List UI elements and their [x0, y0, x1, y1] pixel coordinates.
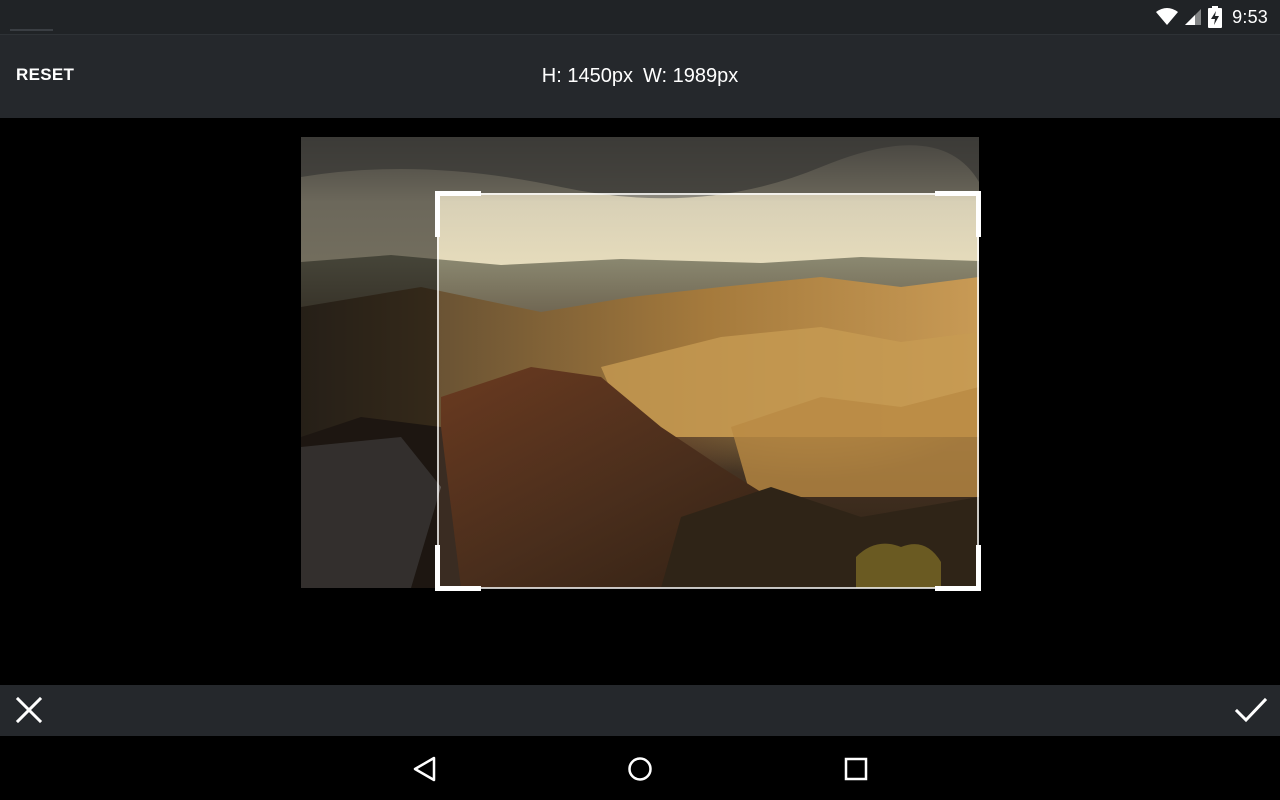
navigation-bar — [0, 736, 1280, 800]
wifi-icon — [1156, 8, 1179, 25]
status-bar: 9:53 — [0, 0, 1280, 34]
crop-dimensions: H: 1450px W: 1989px — [0, 65, 1280, 88]
status-time: 9:53 — [1232, 6, 1268, 27]
close-icon — [15, 696, 43, 724]
action-bar — [0, 685, 1280, 736]
nav-back-button[interactable] — [410, 754, 440, 784]
cancel-button[interactable] — [14, 695, 44, 725]
crop-canvas — [0, 118, 1280, 685]
crop-handle-top-right[interactable] — [935, 191, 981, 237]
status-icons: 9:53 — [1156, 0, 1268, 34]
checkmark-icon — [1234, 697, 1268, 723]
battery-charging-icon — [1208, 6, 1223, 28]
crop-handle-bottom-left[interactable] — [435, 545, 481, 591]
crop-height-label: H: 1450px — [541, 65, 633, 87]
cellular-signal-icon — [1185, 9, 1202, 25]
crop-handle-bottom-right[interactable] — [935, 545, 981, 591]
back-icon — [413, 756, 436, 782]
status-indicator-line — [10, 29, 53, 31]
confirm-button[interactable] — [1234, 695, 1268, 725]
crop-mask-left — [301, 193, 437, 588]
crop-toolbar: RESET H: 1450px W: 1989px — [0, 34, 1280, 118]
home-icon — [628, 757, 652, 781]
crop-width-label: W: 1989px — [642, 65, 739, 87]
nav-home-button[interactable] — [625, 754, 655, 784]
crop-handle-top-left[interactable] — [435, 191, 481, 237]
recents-icon — [844, 757, 868, 781]
crop-frame[interactable] — [435, 191, 981, 591]
nav-recents-button[interactable] — [841, 754, 871, 784]
crop-mask-top — [301, 137, 979, 193]
